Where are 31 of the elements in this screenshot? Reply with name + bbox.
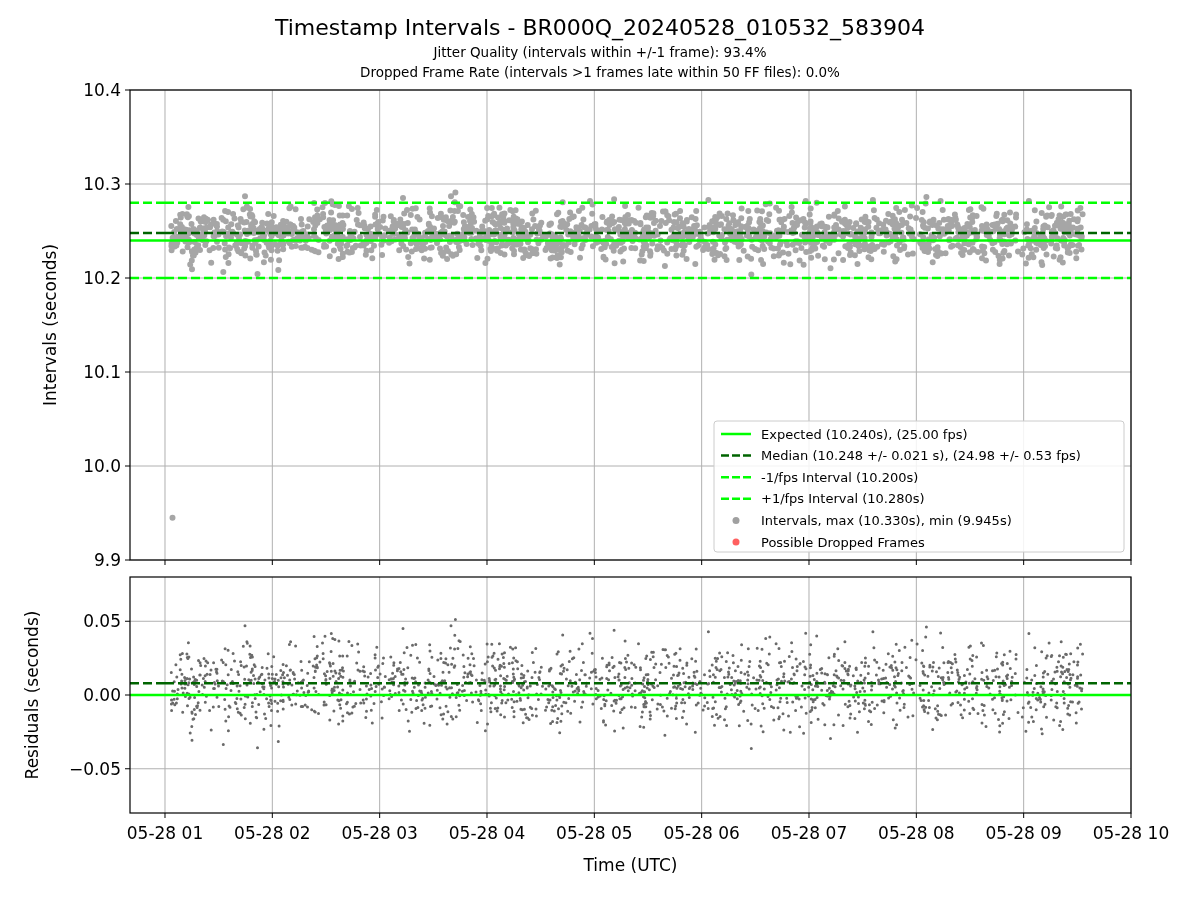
chart-title: Timestamp Intervals - BR000Q_20240528_010532_583904 xyxy=(274,14,926,42)
legend-label: Intervals, max (10.330s), min (9.945s) xyxy=(761,512,1012,528)
x-tick-label: 05-28 01 xyxy=(126,823,204,843)
y-tick-label: 10.1 xyxy=(83,362,121,382)
y-tick-label: 9.9 xyxy=(93,550,121,570)
y-tick-label: 10.4 xyxy=(83,80,121,100)
x-tick-label: 05-28 06 xyxy=(663,823,740,843)
y-tick-label: 0.00 xyxy=(83,685,121,705)
y-tick-label: 10.0 xyxy=(83,456,121,476)
x-tick-label: 05-28 09 xyxy=(985,823,1062,843)
legend-label: +1/fps Interval (10.280s) xyxy=(761,491,925,507)
y-tick-label: 10.2 xyxy=(83,268,121,288)
y-axis-label: Intervals (seconds) xyxy=(40,243,60,407)
chart-subtitle: Jitter Quality (intervals within +/-1 frame): 93.4% xyxy=(433,43,767,62)
legend-label: Expected (10.240s), (25.00 fps) xyxy=(761,426,968,442)
x-tick-label: 05-28 10 xyxy=(1092,823,1170,843)
legend-label: Median (10.248 +/- 0.021 s), (24.98 +/- 0.53 fps) xyxy=(761,448,1081,464)
x-tick-label: 05-28 03 xyxy=(341,823,418,843)
y-axis-label: Residuals (seconds) xyxy=(22,610,42,780)
x-tick-label: 05-28 02 xyxy=(234,823,311,843)
legend-label: Possible Dropped Frames xyxy=(761,534,925,550)
x-tick-label: 05-28 05 xyxy=(556,823,633,843)
x-tick-label: 05-28 04 xyxy=(448,823,526,843)
x-axis-label: Time (UTC) xyxy=(583,855,678,875)
chart-subtitle: Dropped Frame Rate (intervals >1 frames late within 50 FF files): 0.0% xyxy=(360,63,840,82)
y-tick-label: −0.05 xyxy=(68,758,121,779)
y-tick-label: 0.05 xyxy=(83,611,121,632)
x-tick-label: 05-28 08 xyxy=(878,823,955,843)
x-tick-label: 05-28 07 xyxy=(770,823,848,843)
legend-label: -1/fps Interval (10.200s) xyxy=(761,469,919,485)
y-tick-label: 10.3 xyxy=(83,174,121,194)
